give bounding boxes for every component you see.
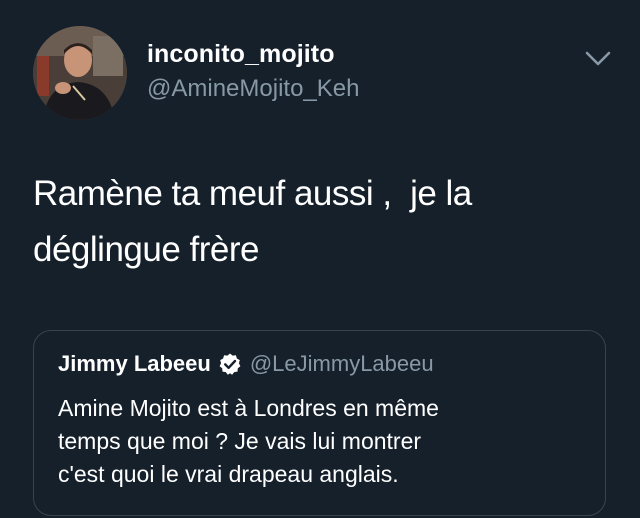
quoted-author-display-name: Jimmy Labeeu bbox=[58, 351, 211, 376]
avatar-image bbox=[33, 26, 127, 120]
verified-badge-icon bbox=[219, 353, 241, 375]
tweet-text: Ramène ta meuf aussi , je la déglingue f… bbox=[33, 166, 613, 278]
quoted-tweet-text: Amine Mojito est à Londres en même temps… bbox=[58, 392, 588, 491]
tweet-text-line: déglingue frère bbox=[33, 230, 260, 269]
tweet-text-line: Ramène ta meuf aussi , je la bbox=[33, 174, 472, 213]
quoted-tweet-text-line: c'est quoi le vrai drapeau anglais. bbox=[58, 461, 399, 487]
quoted-tweet-header: Jimmy Labeeu @LeJimmyLabeeu bbox=[58, 351, 434, 377]
author-handle[interactable]: @AmineMojito_Keh bbox=[147, 75, 359, 103]
tweet: inconito_mojito @AmineMojito_Keh Ramène … bbox=[0, 0, 640, 518]
quoted-author-handle: @LeJimmyLabeeu bbox=[249, 351, 434, 376]
quoted-tweet[interactable]: Jimmy Labeeu @LeJimmyLabeeu Amine Mojito… bbox=[33, 330, 606, 516]
chevron-down-icon[interactable] bbox=[583, 46, 613, 70]
quoted-tweet-text-line: Amine Mojito est à Londres en même bbox=[58, 395, 439, 421]
avatar[interactable] bbox=[33, 26, 127, 120]
quoted-tweet-text-line: temps que moi ? Je vais lui montrer bbox=[58, 428, 422, 454]
author-display-name[interactable]: inconito_mojito bbox=[147, 40, 335, 69]
